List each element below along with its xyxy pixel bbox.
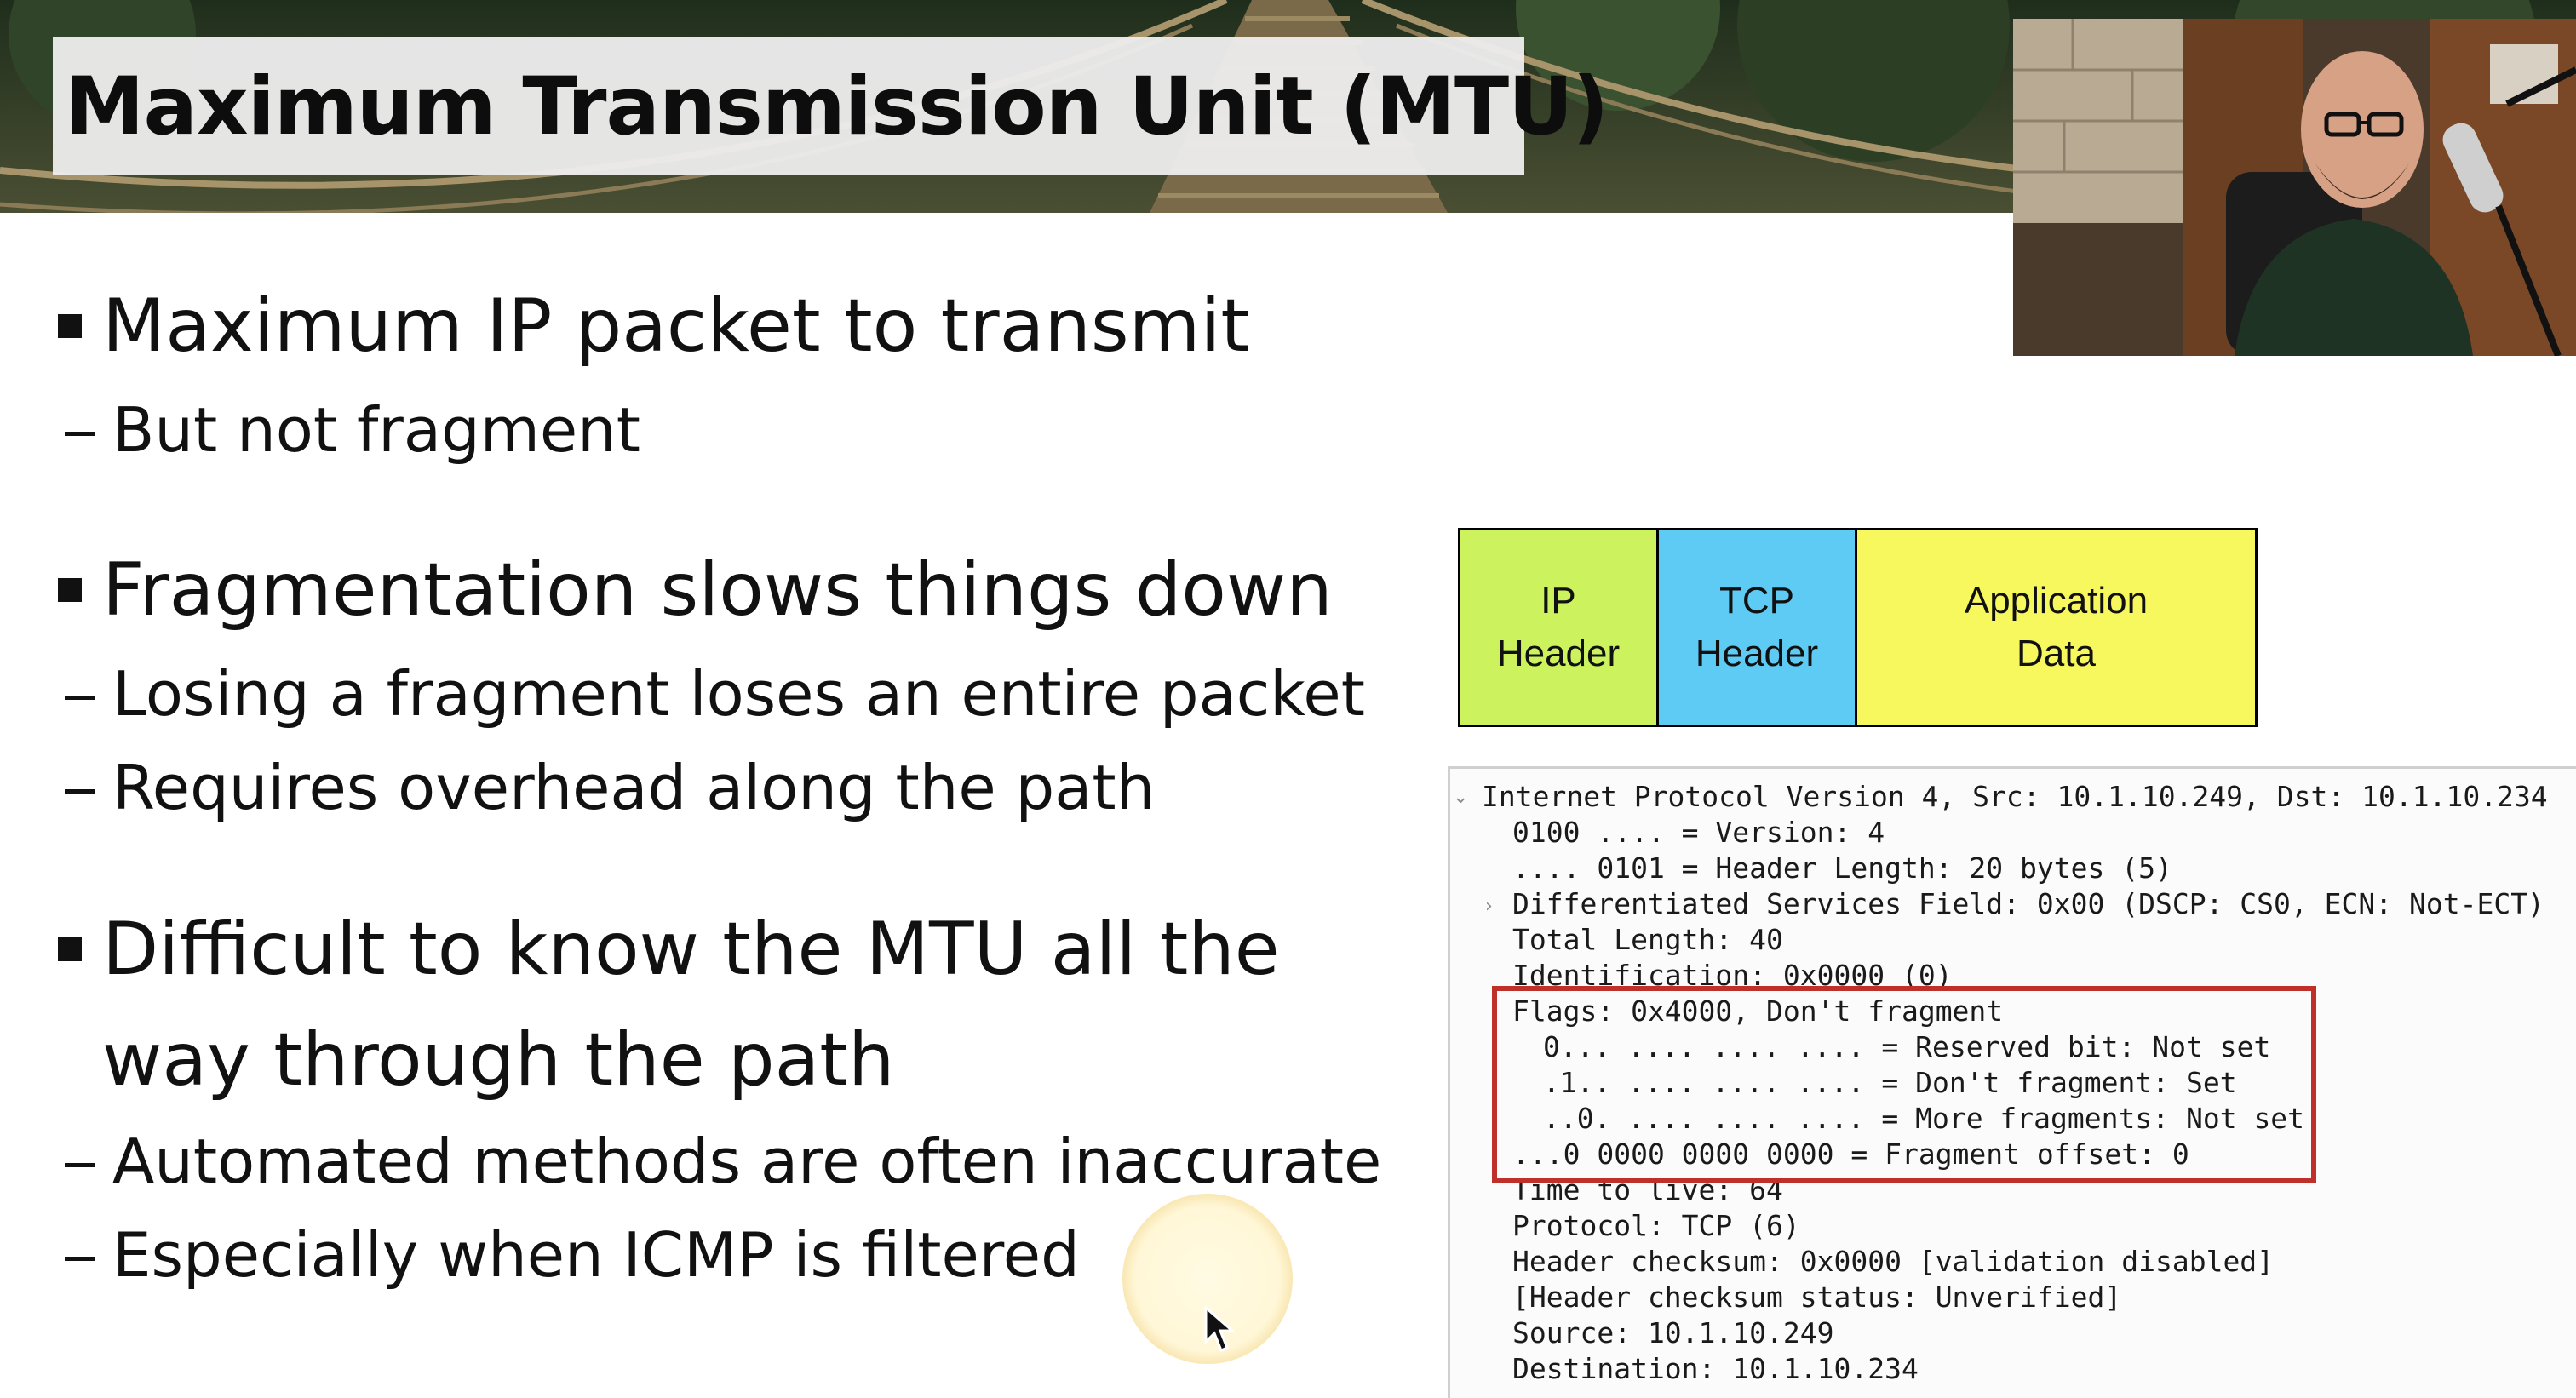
bullet-3-text-line-2: way through the path bbox=[102, 1017, 895, 1103]
chevron-down-icon[interactable]: ⌄ bbox=[1453, 787, 1468, 808]
field-version[interactable]: 0100 .... = Version: 4 bbox=[1512, 815, 1885, 851]
presenter-webcam bbox=[2013, 19, 2576, 356]
bullet-square bbox=[58, 578, 82, 602]
bullet-1-sub-1: But not fragment bbox=[112, 394, 641, 466]
sub-bullet-dash bbox=[65, 696, 95, 700]
bullet-2-sub-1: Losing a fragment loses an entire packet bbox=[112, 658, 1365, 730]
segment-label-line-1: IP bbox=[1540, 580, 1576, 622]
application-data-segment: Application Data bbox=[1855, 528, 2258, 727]
bullet-2-text: Fragmentation slows things down bbox=[102, 547, 1333, 633]
presenter-video bbox=[2013, 19, 2576, 356]
segment-label-line-2: Header bbox=[1496, 633, 1621, 674]
field-destination[interactable]: Destination: 10.1.10.234 bbox=[1512, 1351, 1919, 1387]
field-checksum-status[interactable]: [Header checksum status: Unverified] bbox=[1512, 1280, 2121, 1315]
bullet-2-sub-2: Requires overhead along the path bbox=[112, 752, 1156, 823]
sub-bullet-dash bbox=[65, 1257, 95, 1261]
flags-highlight-box bbox=[1492, 986, 2316, 1183]
mouse-pointer-icon bbox=[1204, 1306, 1235, 1352]
field-header-checksum[interactable]: Header checksum: 0x0000 [validation disa… bbox=[1512, 1244, 2274, 1280]
ip-header-segment: IP Header bbox=[1458, 528, 1659, 727]
segment-label-line-1: Application bbox=[1964, 580, 2149, 622]
field-dsfield[interactable]: Differentiated Services Field: 0x00 (DSC… bbox=[1512, 886, 2544, 922]
field-source[interactable]: Source: 10.1.10.249 bbox=[1512, 1315, 1834, 1351]
bullet-square bbox=[58, 937, 82, 961]
bullet-3-sub-2: Especially when ICMP is filtered bbox=[112, 1219, 1080, 1291]
field-total-length[interactable]: Total Length: 40 bbox=[1512, 922, 1783, 958]
field-protocol[interactable]: Protocol: TCP (6) bbox=[1512, 1208, 1800, 1244]
field-header-length[interactable]: .... 0101 = Header Length: 20 bytes (5) bbox=[1512, 851, 2172, 886]
bullet-3-text-line-1: Difficult to know the MTU all the bbox=[102, 907, 1280, 992]
bullet-3-sub-1: Automated methods are often inaccurate bbox=[112, 1126, 1382, 1197]
sub-bullet-dash bbox=[65, 1163, 95, 1167]
ipv4-tree-header[interactable]: Internet Protocol Version 4, Src: 10.1.1… bbox=[1482, 779, 2548, 815]
sub-bullet-dash bbox=[65, 432, 95, 436]
tcp-header-segment: TCP Header bbox=[1656, 528, 1857, 727]
segment-label-line-1: TCP bbox=[1719, 580, 1794, 622]
bullet-1-text: Maximum IP packet to transmit bbox=[102, 284, 1250, 369]
slide-title: Maximum Transmission Unit (MTU) bbox=[65, 60, 1609, 153]
segment-label-line-2: Header bbox=[1695, 633, 1819, 674]
sub-bullet-dash bbox=[65, 789, 95, 794]
bullet-square bbox=[58, 314, 82, 338]
segment-label-line-2: Data bbox=[2017, 633, 2096, 674]
chevron-right-icon[interactable]: › bbox=[1485, 896, 1493, 917]
